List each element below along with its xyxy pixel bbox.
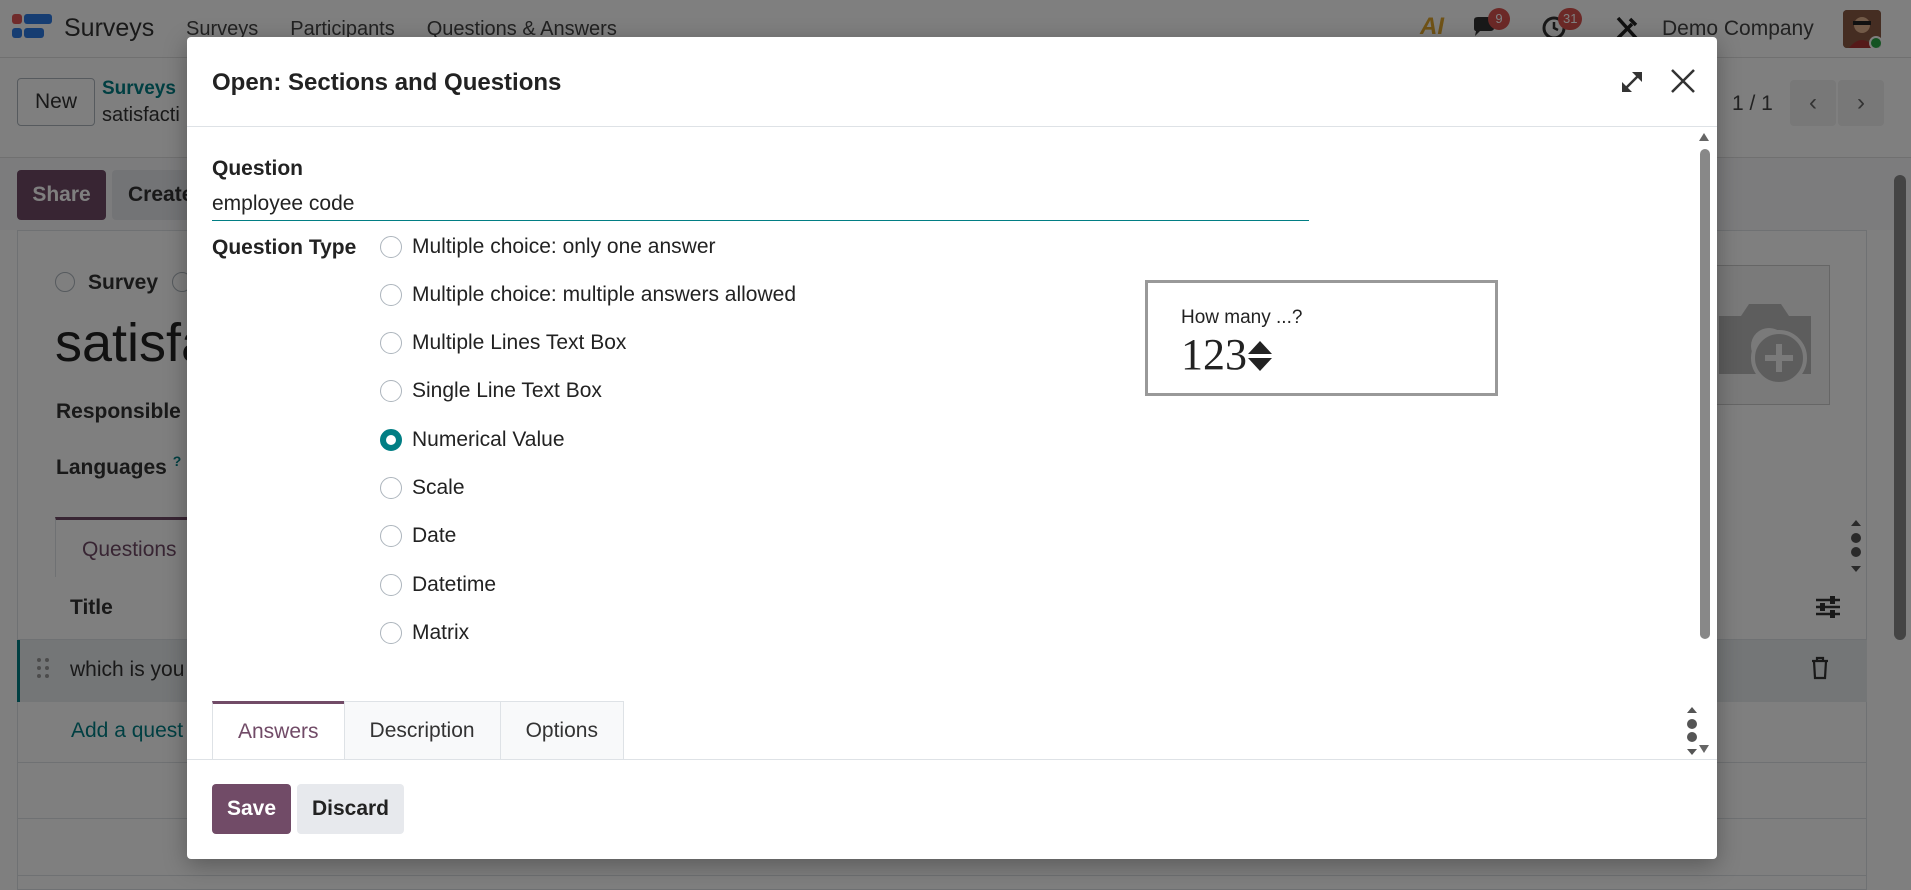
radio-button[interactable] (380, 622, 402, 644)
question-type-option[interactable]: Matrix (380, 613, 880, 653)
radio-button[interactable] (380, 477, 402, 499)
dialog-footer: Save Discard (187, 759, 1717, 859)
radio-button[interactable] (380, 284, 402, 306)
radio-button[interactable] (380, 332, 402, 354)
question-type-option[interactable]: Multiple choice: only one answer (380, 227, 880, 267)
question-type-option-label: Scale (412, 476, 465, 499)
question-type-option[interactable]: Multiple Lines Text Box (380, 323, 880, 363)
radio-button-checked[interactable] (380, 429, 402, 451)
question-type-option-label: Single Line Text Box (412, 379, 602, 402)
dialog-title: Open: Sections and Questions (212, 69, 562, 96)
preview-number: 123 (1181, 330, 1247, 379)
question-type-option[interactable]: Single Line Text Box (380, 371, 880, 411)
save-button[interactable]: Save (212, 784, 291, 834)
question-type-option-label: Date (412, 524, 457, 547)
question-type-option[interactable]: Scale (380, 468, 880, 508)
question-dialog: Open: Sections and Questions Question Qu… (187, 37, 1717, 859)
radio-button[interactable] (380, 525, 402, 547)
question-type-option-label: Multiple Lines Text Box (412, 331, 627, 354)
question-type-option[interactable]: Numerical Value (380, 420, 880, 460)
close-icon[interactable] (1667, 65, 1699, 97)
tab-options[interactable]: Options (499, 701, 624, 759)
question-type-preview: How many ...? 123 (1145, 280, 1498, 396)
question-type-option-label: Multiple choice: only one answer (412, 235, 716, 258)
question-input[interactable] (212, 187, 1309, 221)
dialog-notebook-tabs: Answers Description Options (212, 701, 624, 759)
discard-button[interactable]: Discard (297, 784, 404, 834)
question-label: Question (212, 157, 304, 180)
question-type-option-label: Datetime (412, 573, 497, 596)
tab-description[interactable]: Description (343, 701, 501, 759)
question-type-option[interactable]: Datetime (380, 565, 880, 605)
radio-button[interactable] (380, 236, 402, 258)
question-type-option-label: Matrix (412, 621, 470, 644)
question-type-option[interactable]: Multiple choice: multiple answers allowe… (380, 275, 880, 315)
tab-answers[interactable]: Answers (212, 701, 345, 759)
question-type-option-label: Multiple choice: multiple answers allowe… (412, 283, 797, 306)
question-type-option-label: Numerical Value (412, 428, 565, 451)
preview-question-text: How many ...? (1181, 307, 1303, 328)
dialog-scrollbar-thumb[interactable] (1700, 149, 1710, 639)
number-spinner-icon (1246, 339, 1274, 373)
radio-button[interactable] (380, 380, 402, 402)
dialog-header: Open: Sections and Questions (187, 37, 1717, 127)
radio-button[interactable] (380, 574, 402, 596)
expand-icon[interactable] (1617, 67, 1647, 97)
question-type-option[interactable]: Date (380, 516, 880, 556)
dialog-body: Question Question Type Multiple choice: … (187, 127, 1717, 759)
scroll-arrows-icon[interactable] (1684, 705, 1700, 757)
question-type-label: Question Type (212, 236, 357, 259)
